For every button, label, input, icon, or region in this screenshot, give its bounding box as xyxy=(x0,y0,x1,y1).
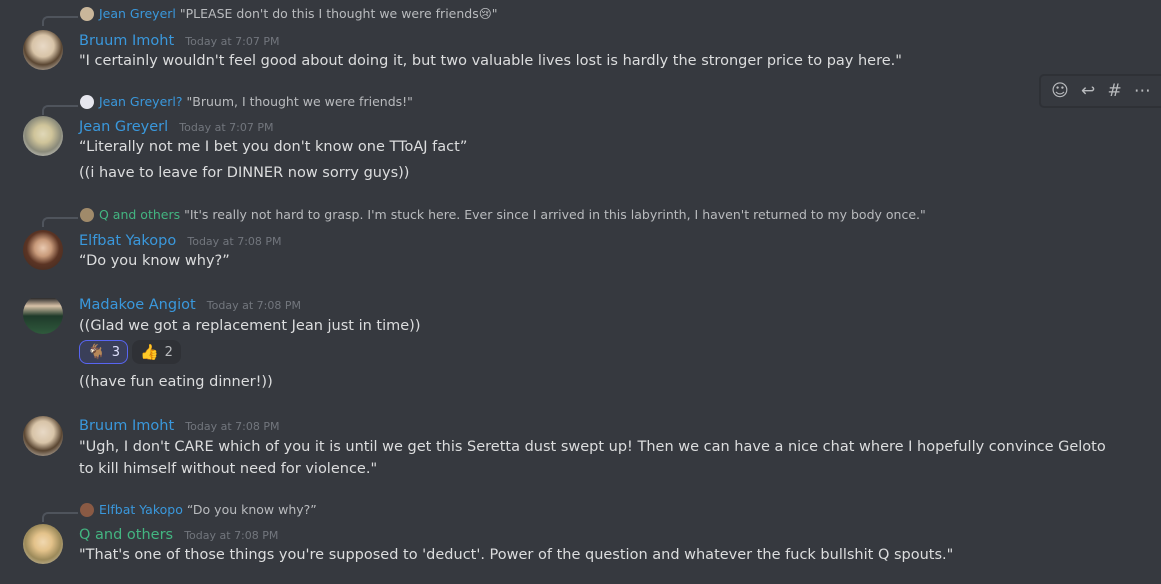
timestamp: Today at 7:08 PM xyxy=(184,529,279,542)
avatar[interactable] xyxy=(23,524,63,564)
reaction-count: 3 xyxy=(111,344,120,360)
reply-text[interactable]: "It's really not hard to grasp. I'm stuc… xyxy=(184,207,926,222)
message-toolbar: ☺ ↩ # ⋯ xyxy=(1040,75,1161,107)
message-text: "I certainly wouldn't feel good about do… xyxy=(79,53,902,69)
author-name[interactable]: Bruum Imoht xyxy=(79,418,174,434)
reply-text[interactable]: "PLEASE don't do this I thought we were … xyxy=(180,6,498,21)
message-text: "That's one of those things you're suppo… xyxy=(79,547,954,563)
reply-avatar xyxy=(80,502,94,517)
reply-text[interactable]: “Do you know why?” xyxy=(187,502,317,517)
timestamp: Today at 7:07 PM xyxy=(185,35,280,48)
reply-preview[interactable]: Q and others "It's really not hard to gr… xyxy=(80,207,926,222)
reply-author[interactable]: Q and others xyxy=(99,207,180,222)
message-text: ((i have to leave for DINNER now sorry g… xyxy=(79,165,410,181)
message-text: ((have fun eating dinner!)) xyxy=(79,374,273,390)
reply-author[interactable]: Jean Greyerl? xyxy=(99,94,183,109)
reply-preview[interactable]: Elfbat Yakopo “Do you know why?” xyxy=(80,502,317,517)
reply-author[interactable]: Elfbat Yakopo xyxy=(99,502,183,517)
more-icon[interactable]: ⋯ xyxy=(1134,75,1151,107)
reply-avatar xyxy=(80,6,94,21)
reply-avatar xyxy=(80,94,94,109)
reply-preview[interactable]: Jean Greyerl? "Bruum, I thought we were … xyxy=(80,94,413,109)
reply-avatar xyxy=(80,207,94,222)
avatar[interactable] xyxy=(23,294,63,334)
thumbs-up-emoji-icon: 👍 xyxy=(139,343,159,361)
author-name[interactable]: Madakoe Angiot xyxy=(79,297,196,313)
message-text: ((Glad we got a replacement Jean just in… xyxy=(79,318,421,334)
author-name[interactable]: Jean Greyerl xyxy=(79,119,168,135)
timestamp: Today at 7:08 PM xyxy=(185,420,280,433)
reply-text[interactable]: "Bruum, I thought we were friends!" xyxy=(187,94,413,109)
message-text: "Ugh, I don't CARE which of you it is un… xyxy=(79,439,1106,477)
avatar[interactable] xyxy=(23,30,63,70)
reaction-count: 2 xyxy=(164,344,173,360)
message-text: “Do you know why?” xyxy=(79,253,230,269)
reply-preview[interactable]: Jean Greyerl "PLEASE don't do this I tho… xyxy=(80,6,498,21)
message-text: “Literally not me I bet you don't know o… xyxy=(79,139,468,155)
add-reaction-icon[interactable]: ☺ xyxy=(1051,75,1069,107)
reactions: 🐐 3 👍 2 xyxy=(79,340,181,364)
author-name[interactable]: Bruum Imoht xyxy=(79,33,174,49)
reply-connector xyxy=(42,512,78,522)
reaction-thumbs-up[interactable]: 👍 2 xyxy=(131,340,181,364)
author-name[interactable]: Elfbat Yakopo xyxy=(79,233,176,249)
avatar[interactable] xyxy=(23,116,63,156)
reaction-goat[interactable]: 🐐 3 xyxy=(79,340,128,364)
goat-emoji-icon: 🐐 xyxy=(87,343,106,361)
timestamp: Today at 7:08 PM xyxy=(187,235,282,248)
avatar[interactable] xyxy=(23,416,63,456)
reply-author[interactable]: Jean Greyerl xyxy=(99,6,176,21)
reply-icon[interactable]: ↩ xyxy=(1081,75,1095,107)
reply-connector xyxy=(42,217,78,227)
thread-icon[interactable]: # xyxy=(1107,75,1121,107)
reply-connector xyxy=(42,105,78,115)
author-name[interactable]: Q and others xyxy=(79,527,173,543)
timestamp: Today at 7:08 PM xyxy=(206,299,301,312)
avatar[interactable] xyxy=(23,230,63,270)
reply-connector xyxy=(42,16,78,26)
timestamp: Today at 7:07 PM xyxy=(179,121,274,134)
